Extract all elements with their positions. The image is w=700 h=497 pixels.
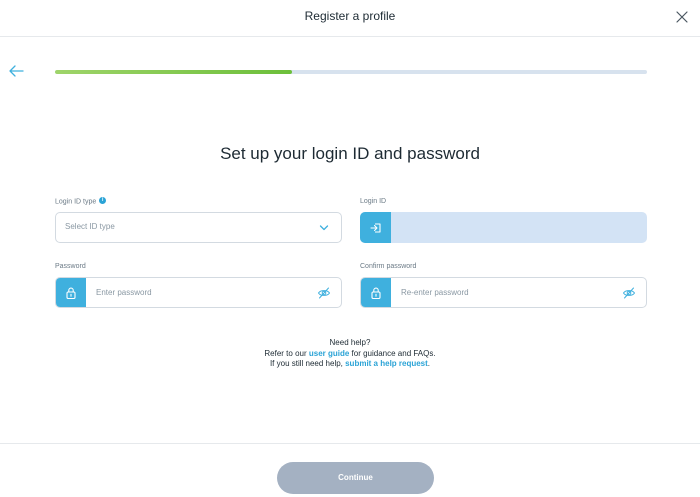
arrow-left-icon[interactable]: [8, 64, 24, 78]
login-icon: [369, 222, 381, 233]
help-request-prefix: If you still need help,: [269, 359, 346, 368]
confirm-password-field[interactable]: Re-enter password: [360, 277, 647, 308]
chevron-down-icon: [319, 225, 329, 231]
help-section: Need help? Refer to our user guide for g…: [0, 338, 700, 370]
password-label: Password: [55, 263, 86, 270]
help-heading: Need help?: [329, 338, 371, 347]
login-id-type-placeholder: Select ID type: [65, 222, 115, 231]
confirm-password-label: Confirm password: [360, 263, 417, 270]
help-request-suffix: .: [427, 359, 431, 368]
password-prefix: [56, 278, 86, 307]
help-guide-prefix: Refer to our: [264, 348, 309, 358]
login-id-type-label-text: Login ID type: [55, 198, 97, 206]
password-placeholder: Enter password: [96, 288, 152, 297]
confirm-password-prefix: [361, 278, 391, 307]
help-guide-suffix: for guidance and FAQs.: [349, 348, 436, 358]
login-id-type-select[interactable]: Select ID type: [55, 212, 342, 243]
help-line-guide: Refer to our user guide for guidance and…: [0, 349, 700, 360]
continue-button[interactable]: Continue: [277, 462, 434, 494]
lock-icon: [370, 287, 381, 299]
footer-divider: [0, 443, 700, 444]
lock-icon: [65, 287, 76, 299]
eye-off-icon[interactable]: [317, 286, 331, 300]
page-title: Set up your login ID and password: [220, 144, 480, 163]
info-icon[interactable]: i: [99, 197, 107, 204]
close-icon[interactable]: [673, 8, 691, 26]
eye-off-icon[interactable]: [622, 286, 636, 300]
help-request-link[interactable]: submit a help request: [345, 359, 428, 368]
login-id-prefix: [360, 212, 391, 243]
user-guide-link[interactable]: user guide: [309, 349, 349, 358]
confirm-password-placeholder: Re-enter password: [401, 288, 469, 297]
progress-bar-fill: [55, 70, 292, 74]
login-id-label: Login ID: [360, 198, 387, 205]
login-id-field[interactable]: [360, 212, 647, 243]
password-field[interactable]: Enter password: [55, 277, 342, 308]
modal-title: Register a profile: [304, 9, 396, 23]
modal-header: Register a profile: [0, 0, 700, 37]
login-id-type-label: Login ID type i: [55, 197, 107, 206]
help-line-request: If you still need help, submit a help re…: [0, 359, 700, 370]
progress-bar: [55, 70, 647, 74]
